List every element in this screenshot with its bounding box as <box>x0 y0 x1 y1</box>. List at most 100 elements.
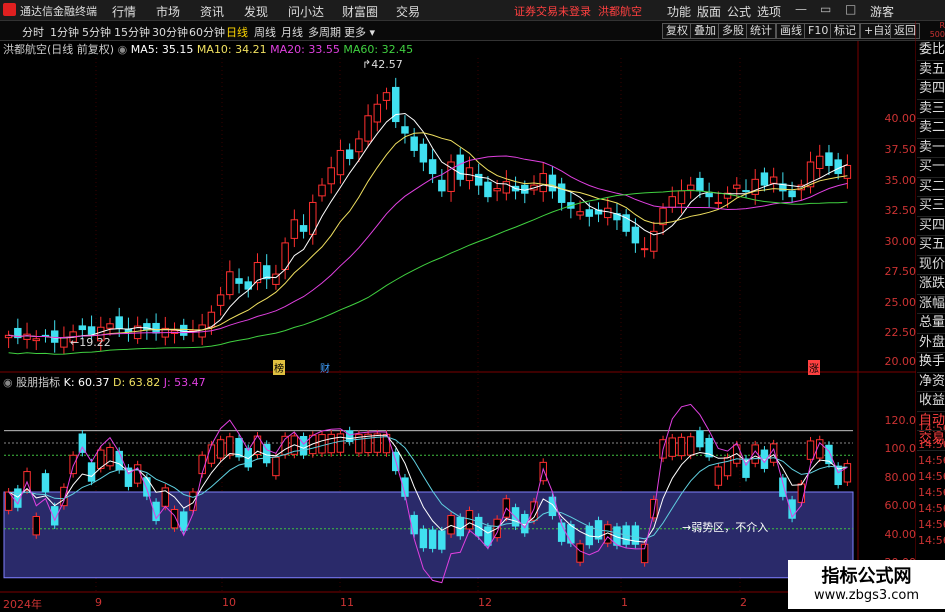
candle-body <box>733 184 741 189</box>
weak-zone-annotation: →弱势区，不介入 <box>682 521 769 534</box>
kdj-candle-body <box>272 456 280 477</box>
kdj-d: D: 63.82 <box>113 376 161 389</box>
candle-body <box>198 324 206 338</box>
candle-body <box>456 154 464 180</box>
time-label: 14:56 <box>918 470 945 483</box>
kdj-candle-body <box>714 466 723 486</box>
candle-body <box>50 330 59 343</box>
candle-body <box>216 294 225 306</box>
candle-body <box>438 179 446 192</box>
candle-body <box>106 323 114 329</box>
kdj-candle-body <box>41 473 50 493</box>
candle-body <box>788 190 796 198</box>
candle-body <box>428 159 437 175</box>
price-tick: 40.00 <box>884 112 917 125</box>
side-top-label: R 500 <box>929 21 945 39</box>
candle-body <box>382 92 391 101</box>
side-item[interactable]: 委比 <box>917 41 945 61</box>
candle-body <box>502 181 511 194</box>
ma20-value: MA20: 33.55 <box>270 43 340 56</box>
main-info-bar: 洪都航空(日线 前复权) ◉ MA5: 35.15 MA10: 34.21 MA… <box>3 43 414 56</box>
price-tick: 30.00 <box>884 235 917 248</box>
time-label: 14:56 <box>918 534 945 547</box>
candle-body <box>493 188 501 192</box>
kdj-candle-body <box>226 436 234 456</box>
side-item[interactable]: 卖四 <box>917 80 945 100</box>
side-item[interactable]: 现价 <box>917 256 945 275</box>
candle-body <box>78 325 87 331</box>
candle-body <box>60 337 68 348</box>
side-item[interactable]: 买一 <box>917 158 945 178</box>
candle-body <box>585 209 594 217</box>
side-item[interactable]: 涨幅 <box>917 295 945 314</box>
candle-body <box>32 338 40 342</box>
candle-body <box>677 190 686 205</box>
side-item[interactable]: 外盘 <box>917 334 945 353</box>
candle-body <box>557 183 566 203</box>
chart-title: 洪都航空(日线 前复权) <box>3 43 115 56</box>
candle-body <box>640 248 649 251</box>
kdj-candle-body <box>143 477 151 497</box>
kline-chart[interactable] <box>0 0 916 609</box>
candle-body <box>760 172 769 186</box>
candle-body <box>226 271 234 296</box>
side-item[interactable]: 买四 <box>917 217 945 236</box>
side-item[interactable]: 卖一 <box>917 139 945 158</box>
side-item[interactable]: 换手 <box>917 353 945 373</box>
side-item[interactable]: 卖二 <box>917 119 945 139</box>
date-label: 9 <box>95 596 102 609</box>
kdj-candle-body <box>438 530 446 550</box>
side-item[interactable]: 买三 <box>917 197 945 217</box>
price-tick: 25.00 <box>884 296 917 309</box>
side-item[interactable]: 买五 <box>917 236 945 256</box>
side-item[interactable]: 交易 <box>917 431 945 451</box>
kdj-candle-body <box>843 463 852 483</box>
candle-body <box>742 190 750 193</box>
kdj-tick: 60.00 <box>884 499 917 512</box>
side-item[interactable]: 收益 <box>917 392 945 412</box>
time-label: 14:56 <box>918 502 945 515</box>
candle-body <box>364 115 372 142</box>
bang-tag[interactable]: 榜 <box>273 360 285 375</box>
kdj-candle-body <box>806 440 815 460</box>
candle-body <box>410 136 418 151</box>
ma10-value: MA10: 34.21 <box>196 43 267 56</box>
side-item[interactable]: 总量 <box>917 314 945 334</box>
kdj-candle-body <box>668 437 676 457</box>
price-tick: 27.50 <box>884 265 917 278</box>
kdj-candle-body <box>447 515 455 535</box>
kdj-candle-body <box>419 528 428 549</box>
kdj-candle-body <box>364 433 372 454</box>
zhang-tag[interactable]: 涨 <box>808 360 820 375</box>
side-item[interactable]: 卖三 <box>917 100 945 119</box>
kdj-candle-body <box>686 436 695 456</box>
kdj-candle-body <box>677 436 686 457</box>
kdj-tick: 40.00 <box>884 528 917 541</box>
kdj-j: J: 53.47 <box>163 376 206 389</box>
date-label: 12 <box>478 596 492 609</box>
candle-body <box>686 184 695 191</box>
candle-body <box>318 184 326 197</box>
kdj-candle-body <box>428 529 437 549</box>
side-item[interactable]: 买二 <box>917 178 945 197</box>
side-item[interactable]: 涨跌 <box>917 275 945 295</box>
side-item[interactable]: 净资 <box>917 373 945 392</box>
kdj-candle-body <box>87 462 96 482</box>
candle-body <box>769 176 778 184</box>
kdj-candle-body <box>723 456 732 477</box>
candle-body <box>401 126 409 134</box>
kdj-candle-body <box>696 430 704 448</box>
price-tick: 32.50 <box>884 204 917 217</box>
cai-tag[interactable]: 财 <box>320 360 330 375</box>
ma20-line <box>8 155 848 338</box>
kdj-candle-body <box>410 514 418 535</box>
watermark-url: www.zbgs3.com <box>813 588 920 603</box>
kdj-candle-body <box>456 516 464 537</box>
kdj-candle-body <box>484 526 492 546</box>
candle-body <box>115 316 123 329</box>
side-item[interactable]: 卖五 <box>917 61 945 80</box>
candle-body <box>834 159 842 175</box>
candle-body <box>714 201 723 204</box>
side-item[interactable]: 自动 <box>917 412 945 431</box>
candle-body <box>631 226 640 244</box>
